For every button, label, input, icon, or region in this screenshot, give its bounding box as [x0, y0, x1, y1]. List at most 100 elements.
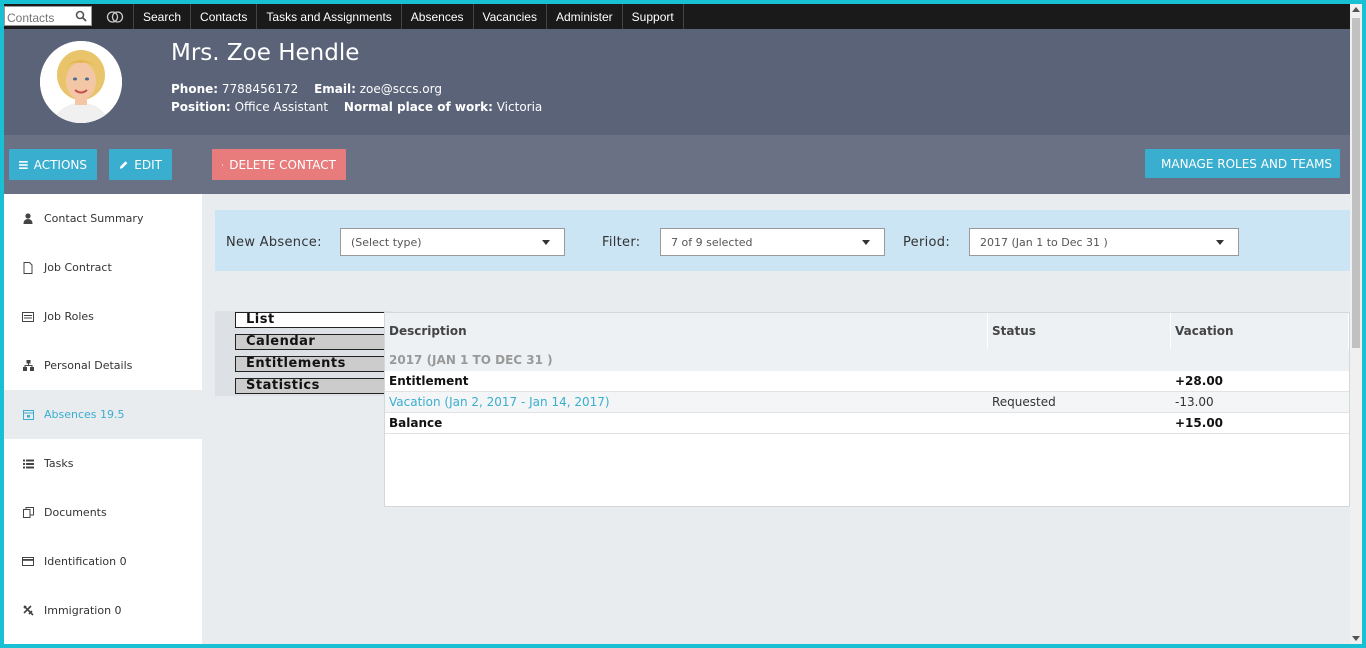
sidebar-item-personal-details[interactable]: Personal Details	[4, 341, 202, 390]
sidebar-item-job-roles[interactable]: Job Roles	[4, 292, 202, 341]
nav-administer[interactable]: Administer	[547, 4, 623, 29]
table-row: Vacation (Jan 2, 2017 - Jan 14, 2017) Re…	[385, 392, 1349, 413]
top-nav: Search Contacts Tasks and Assignments Ab…	[4, 4, 1350, 29]
page-scrollbar[interactable]	[1350, 4, 1362, 644]
sidebar-item-absences[interactable]: Absences 19.5	[4, 390, 202, 439]
delete-contact-button[interactable]: DELETE CONTACT	[212, 149, 346, 180]
contacts-search-input[interactable]	[5, 9, 75, 27]
phone-label: Phone:	[171, 82, 219, 96]
absence-table: Description Status Vacation 2017 (JAN 1 …	[384, 312, 1350, 507]
tab-statistics[interactable]: Statistics	[235, 378, 387, 394]
period-label: Period:	[903, 235, 951, 250]
sidebar-item-label: Identification 0	[44, 555, 127, 568]
nav-tasks-and-assignments[interactable]: Tasks and Assignments	[257, 4, 402, 29]
table-row: Entitlement +28.00	[385, 371, 1349, 392]
user-icon	[22, 213, 34, 225]
nav-search[interactable]: Search	[134, 4, 192, 29]
scroll-down-icon[interactable]	[1352, 636, 1360, 641]
calendar-icon	[22, 409, 34, 421]
filter-label: Filter:	[602, 235, 641, 250]
sidebar-item-label: Documents	[44, 506, 107, 519]
nav-vacancies[interactable]: Vacancies	[474, 4, 547, 29]
sidebar-item-label: Absences 19.5	[44, 408, 125, 421]
sidebar: Contact Summary Job Contract Job Roles P…	[4, 194, 202, 644]
row-vacation: +15.00	[1175, 416, 1224, 430]
avatar	[40, 41, 122, 123]
new-absence-label: New Absence:	[226, 235, 322, 250]
sidebar-item-label: Personal Details	[44, 359, 133, 372]
period-select[interactable]: 2017 (Jan 1 to Dec 31 )	[969, 228, 1239, 256]
filter-select-value: 7 of 9 selected	[671, 235, 753, 249]
sidebar-item-label: Tasks	[44, 457, 74, 470]
card-icon	[22, 311, 34, 323]
app-frame: Search Contacts Tasks and Assignments Ab…	[4, 4, 1350, 644]
contact-header: Mrs. Zoe Hendle Phone: 7788456172 Email:…	[4, 29, 1350, 135]
search-icon[interactable]	[75, 10, 87, 22]
sidebar-item-job-contract[interactable]: Job Contract	[4, 243, 202, 292]
tab-entitlements[interactable]: Entitlements	[235, 356, 387, 372]
rings-logo-icon[interactable]	[96, 4, 134, 29]
email-label: Email:	[314, 82, 356, 96]
manage-roles-and-teams-label: MANAGE ROLES AND TEAMS	[1161, 156, 1333, 171]
new-absence-select-value: (Select type)	[351, 235, 422, 249]
position-label: Position:	[171, 100, 231, 114]
workplace-label: Normal place of work:	[343, 100, 493, 114]
copy-icon	[22, 507, 34, 519]
sidebar-item-label: Job Contract	[44, 261, 112, 274]
tab-list[interactable]: List	[235, 312, 387, 328]
sidebar-item-tasks[interactable]: Tasks	[4, 439, 202, 488]
row-description-link[interactable]: Vacation (Jan 2, 2017 - Jan 14, 2017)	[385, 392, 610, 412]
actions-button[interactable]: ACTIONS	[9, 149, 97, 180]
column-header-status[interactable]: Status	[988, 313, 1171, 349]
sidebar-item-documents[interactable]: Documents	[4, 488, 202, 537]
chevron-down-icon	[862, 240, 870, 245]
phone-value: 7788456172	[221, 82, 299, 96]
row-vacation: +28.00	[1175, 374, 1224, 388]
nav-absences[interactable]: Absences	[402, 4, 474, 29]
list-icon	[22, 458, 34, 470]
scroll-up-icon[interactable]	[1352, 7, 1360, 12]
document-icon	[22, 261, 34, 274]
manage-roles-and-teams-button[interactable]: MANAGE ROLES AND TEAMS	[1145, 149, 1340, 178]
sitemap-icon	[22, 360, 34, 372]
filter-select[interactable]: 7 of 9 selected	[660, 228, 885, 256]
row-description: Entitlement	[389, 374, 469, 388]
table-header: Description Status Vacation	[385, 313, 1349, 349]
view-tabs: List Calendar Entitlements Statistics	[215, 311, 391, 396]
table-row: Balance +15.00	[385, 413, 1349, 434]
period-select-value: 2017 (Jan 1 to Dec 31 )	[980, 235, 1108, 249]
sidebar-item-contact-summary[interactable]: Contact Summary	[4, 194, 202, 243]
actions-button-label: ACTIONS	[33, 157, 87, 172]
delete-contact-button-label: DELETE CONTACT	[229, 157, 336, 172]
new-absence-select[interactable]: (Select type)	[340, 228, 565, 256]
nav-contacts[interactable]: Contacts	[191, 4, 258, 29]
id-card-icon	[22, 556, 34, 568]
row-description: Balance	[389, 416, 443, 430]
action-bar: ACTIONS EDIT DELETE CONTACT MANAGE ROLES…	[4, 135, 1350, 194]
column-header-description[interactable]: Description	[385, 313, 988, 349]
pencil-icon	[119, 160, 128, 169]
position-value: Office Assistant	[234, 100, 329, 114]
menu-icon	[19, 160, 28, 169]
scrollbar-thumb[interactable]	[1352, 18, 1360, 348]
nav-support[interactable]: Support	[623, 4, 684, 29]
plane-icon	[22, 605, 34, 617]
sidebar-item-label: Immigration 0	[44, 604, 122, 617]
tab-calendar[interactable]: Calendar	[235, 334, 387, 350]
edit-button[interactable]: EDIT	[109, 149, 172, 180]
edit-button-label: EDIT	[134, 157, 162, 172]
row-vacation: -13.00	[1175, 395, 1214, 409]
contacts-search[interactable]	[4, 6, 92, 27]
sidebar-item-label: Contact Summary	[44, 212, 144, 225]
row-status: Requested	[992, 395, 1056, 409]
contact-phone-email-line: Phone: 7788456172 Email: zoe@sccs.org	[171, 82, 442, 96]
workplace-value: Victoria	[496, 100, 543, 114]
sidebar-item-immigration[interactable]: Immigration 0	[4, 586, 202, 635]
sidebar-item-identification[interactable]: Identification 0	[4, 537, 202, 586]
trash-icon	[222, 163, 224, 166]
period-group-heading: 2017 (JAN 1 TO DEC 31 )	[385, 349, 1349, 371]
contact-position-line: Position: Office Assistant Normal place …	[171, 100, 542, 114]
column-header-vacation[interactable]: Vacation	[1171, 313, 1349, 349]
email-value: zoe@sccs.org	[359, 82, 442, 96]
chevron-down-icon	[1216, 240, 1224, 245]
